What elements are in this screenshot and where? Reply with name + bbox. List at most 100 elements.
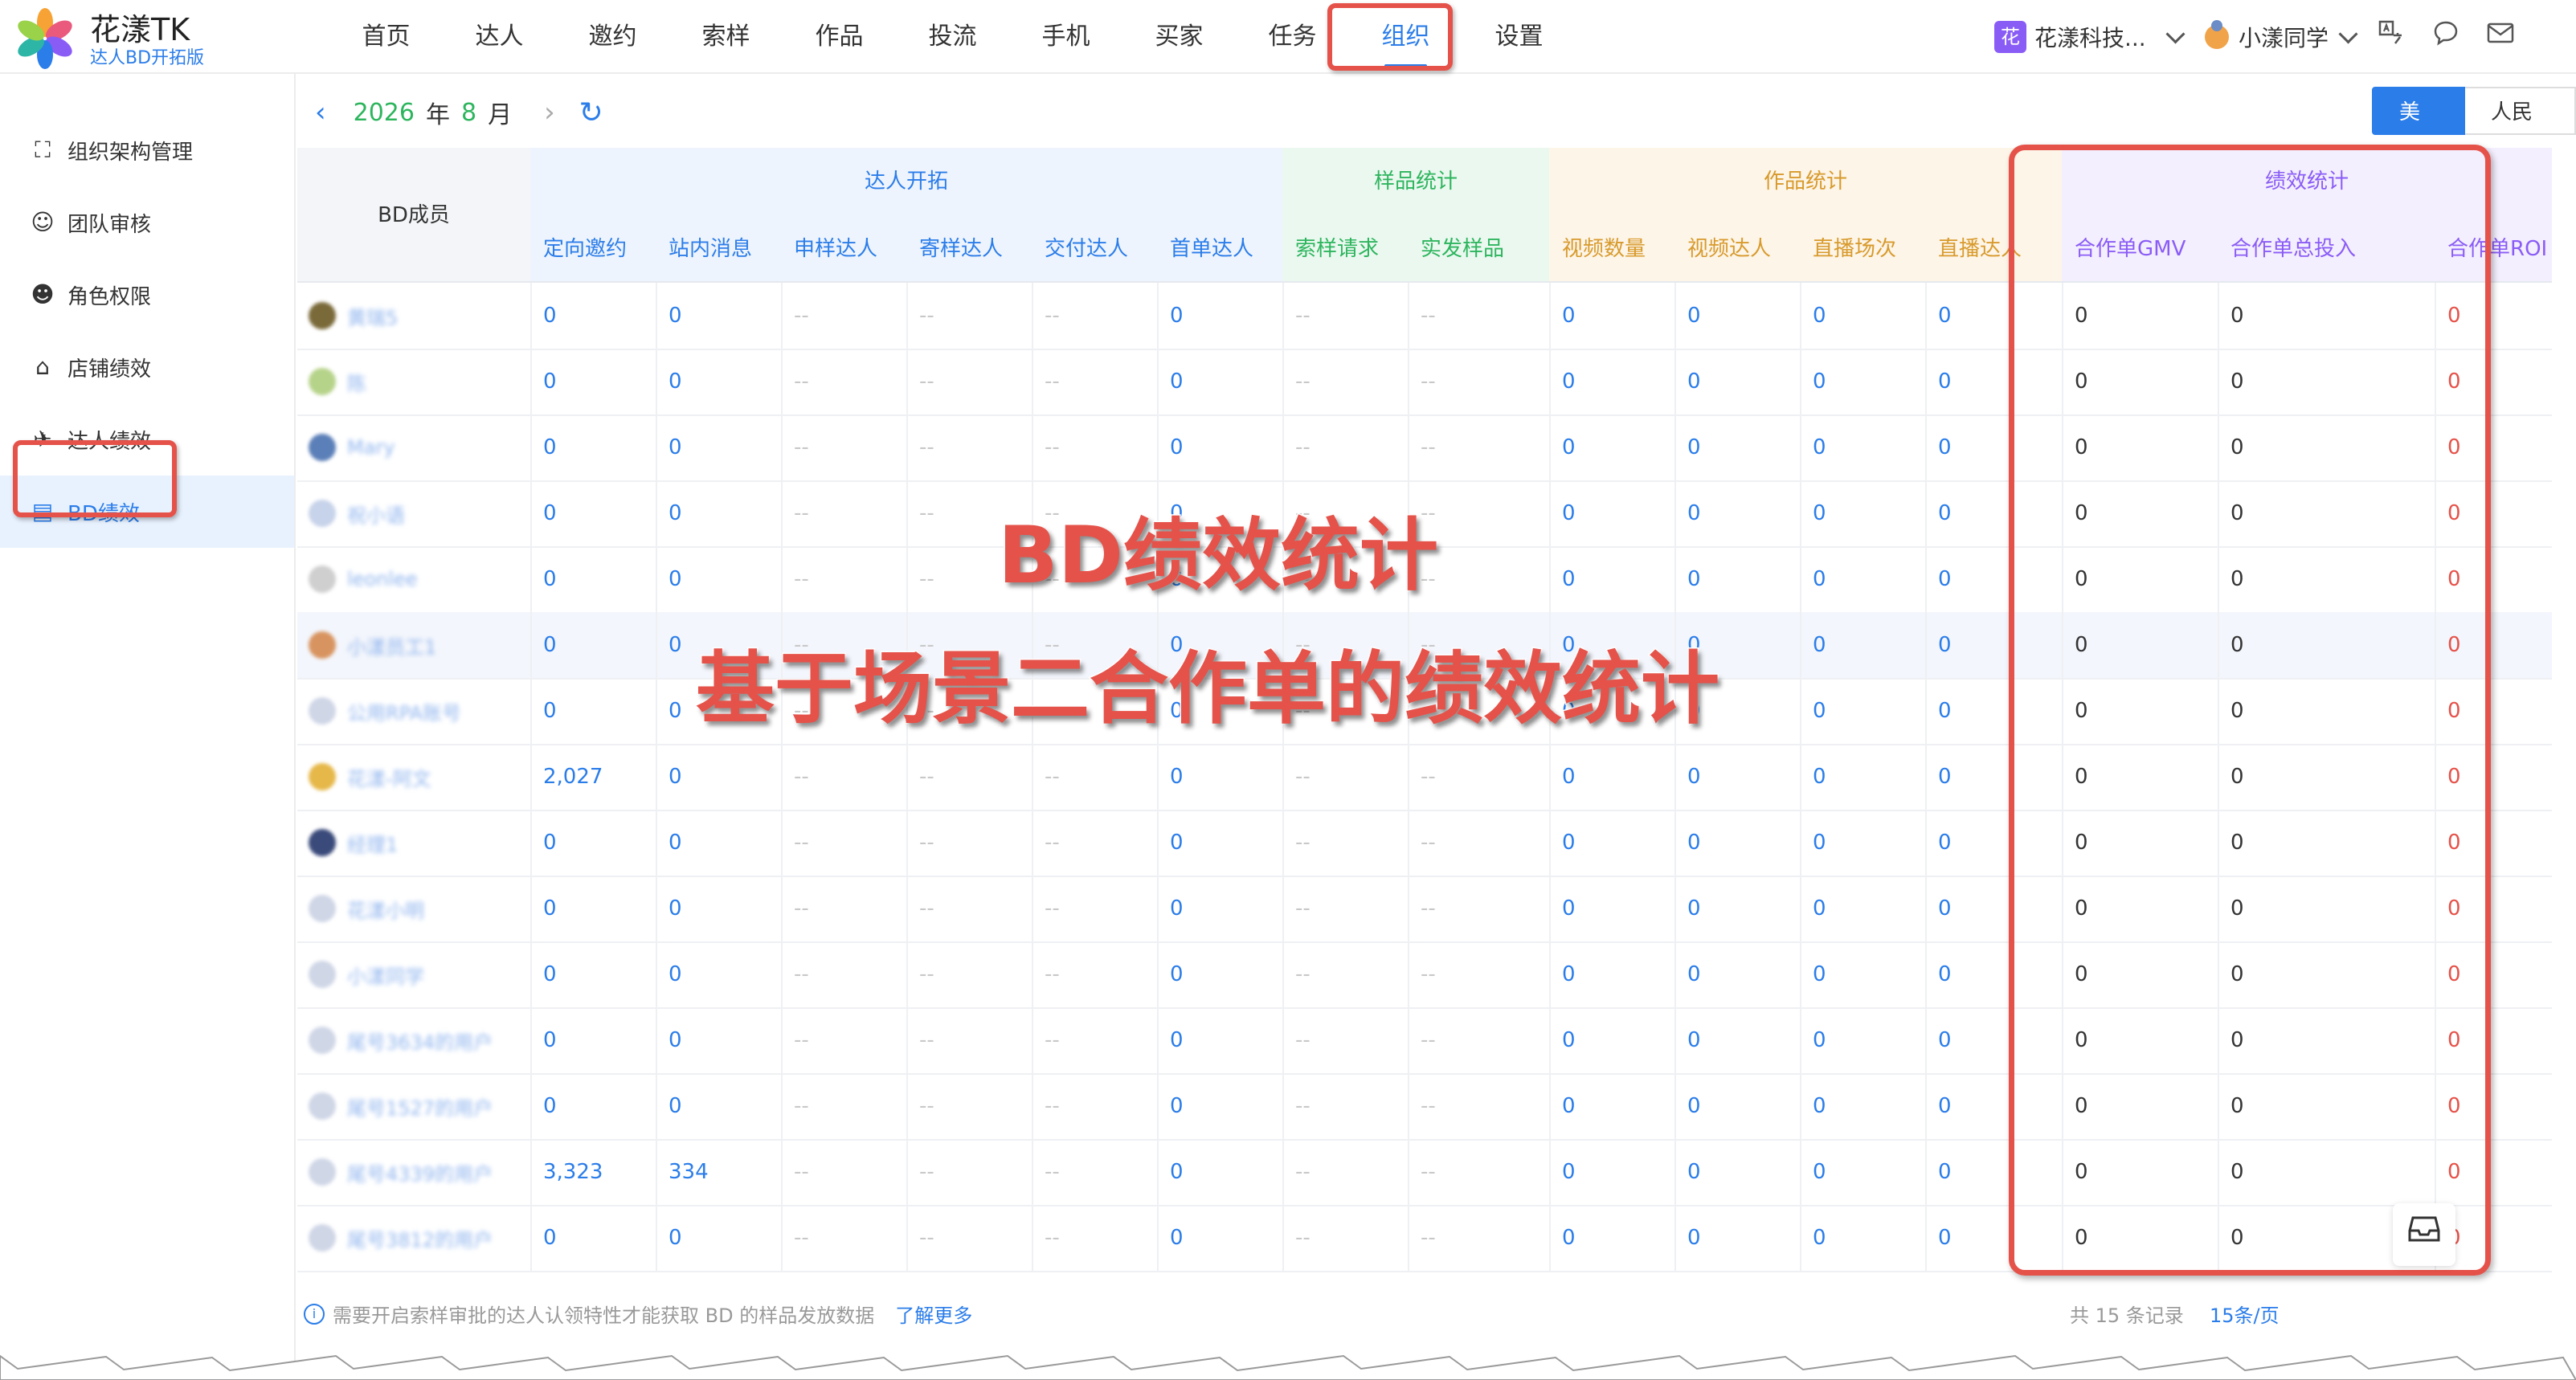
translate-icon[interactable] [2374,19,2409,55]
sidebar-item-0[interactable]: ⛶ 组织架构管理 [0,114,294,186]
cell-9: 0 [1687,567,1701,591]
cell-8: 0 [1562,304,1576,328]
cell-1: 0 [669,1226,682,1250]
inbox-icon[interactable] [2393,1203,2455,1266]
cell-11: 0 [1938,831,1952,855]
column-header-9[interactable]: 视频达人 [1674,215,1800,283]
sidebar-item-1[interactable]: ☺ 团队审核 [0,186,294,259]
cell-8: 0 [1562,435,1576,459]
page-size-select[interactable]: 15条/页 [2210,1300,2280,1328]
nav-item-5[interactable]: 投流 [896,0,1009,74]
nav-item-0[interactable]: 首页 [329,0,443,74]
currency-cny-button[interactable]: 人民币 [2465,87,2576,173]
column-divider [1549,283,1551,1271]
cell-1: 0 [669,1094,682,1118]
column-header-4[interactable]: 交付达人 [1032,215,1157,283]
nav-item-1[interactable]: 达人 [443,0,556,74]
cell-2: -- [794,1094,809,1118]
cell-6: -- [1295,1226,1310,1250]
cell-7: -- [1421,1094,1436,1118]
user-switcher[interactable]: 小漾同学 [2205,20,2358,53]
column-header-7[interactable]: 实发样品 [1408,215,1549,283]
column-header-3[interactable]: 寄样达人 [906,215,1032,283]
chevron-down-icon [2338,23,2358,44]
column-header-10[interactable]: 直播场次 [1800,215,1925,283]
cell-6: -- [1295,896,1310,921]
avatar [309,697,336,725]
member-name: 尾号1527的用户 [347,1096,493,1120]
cell-0: 0 [543,699,557,723]
column-divider [1925,283,1927,1271]
member-cell: 小漾员工1 [309,612,436,678]
cell-4: -- [1045,304,1060,328]
cell-7: -- [1421,435,1436,459]
refresh-icon[interactable]: ↻ [579,96,603,129]
nav-item-3[interactable]: 索样 [669,0,783,74]
member-name: 小漾同学 [347,965,424,988]
avatar [309,631,336,659]
cell-7: -- [1421,304,1436,328]
nav-item-7[interactable]: 买家 [1122,0,1236,74]
member-cell: 花漾小明 [309,876,424,941]
cell-10: 0 [1813,633,1826,657]
currency-usd-button[interactable]: 美元 [2372,87,2465,173]
avatar [309,829,336,856]
nav-item-6[interactable]: 手机 [1009,0,1122,74]
cell-0: 0 [543,962,557,986]
cell-8: 0 [1562,896,1576,921]
cell-7: -- [1421,765,1436,789]
chevron-left-icon[interactable]: ‹ [315,96,326,129]
cell-6: -- [1295,962,1310,986]
column-header-6[interactable]: 索样请求 [1282,215,1408,283]
cell-3: -- [919,369,934,394]
annotation-subtitle: 基于场景二合作单的绩效统计 [694,643,1720,737]
nav-item-2[interactable]: 邀约 [556,0,669,74]
learn-more-link[interactable]: 了解更多 [895,1300,972,1328]
chat-icon[interactable] [2428,19,2464,55]
date-year[interactable]: 2026 [354,99,415,127]
cell-9: 0 [1687,1160,1701,1184]
cell-4: -- [1045,896,1060,921]
cell-3: -- [919,567,934,591]
cell-2: -- [794,896,809,921]
column-header-0[interactable]: 定向邀约 [530,215,656,283]
cell-11: 0 [1938,633,1952,657]
date-month[interactable]: 8 [461,99,476,127]
cell-6: -- [1295,765,1310,789]
cell-1: 0 [669,369,682,394]
member-name: Mary [347,436,395,459]
cell-9: 0 [1687,831,1701,855]
column-divider [656,283,657,1271]
mail-icon[interactable] [2483,19,2518,55]
sidebar-item-2[interactable]: ☻ 角色权限 [0,259,294,331]
member-cell: 公用RPA账号 [309,678,461,744]
member-name: 小漾员工1 [347,635,437,659]
cell-2: -- [794,1160,809,1184]
chevron-right-icon[interactable]: › [544,96,555,129]
column-header-8[interactable]: 视频数量 [1549,215,1674,283]
nav-item-4[interactable]: 作品 [783,0,896,74]
org-switcher[interactable]: 花 花漾科技... [1994,21,2186,53]
column-header-2[interactable]: 申样达人 [781,215,906,283]
cell-9: 0 [1687,1226,1701,1250]
cell-8: 0 [1562,1160,1576,1184]
cell-2: -- [794,304,809,328]
nav-highlight-box [1327,3,1453,71]
group-header-1: 样品统计 [1373,169,1458,194]
column-header-5[interactable]: 首单达人 [1157,215,1282,283]
date-year-unit: 年 [425,101,450,129]
cell-10: 0 [1813,962,1826,986]
top-bar: 花漾TK 达人BD开拓版 首页 达人 邀约 索样 作品 投流 手机 买家 任务 组织 设置 花 花漾… [0,0,2576,74]
member-name: 祝小语 [347,504,405,527]
member-cell: 经理1 [309,810,398,876]
column-divider [1800,283,1801,1271]
cell-0: 3,323 [543,1160,603,1184]
nav-item-10[interactable]: 设置 [1462,0,1576,74]
avatar [309,895,336,922]
sidebar-item-3[interactable]: ⌂ 店铺绩效 [0,331,294,403]
cell-5: 0 [1170,435,1184,459]
cell-3: -- [919,1094,934,1118]
sidebar: ⛶ 组织架构管理 ☺ 团队审核 ☻ 角色权限 ⌂ 店铺绩效 ✈ 达人绩效 ▤ BD绩效 [0,74,296,1380]
column-header-1[interactable]: 站内消息 [656,215,781,283]
cell-7: -- [1421,962,1436,986]
